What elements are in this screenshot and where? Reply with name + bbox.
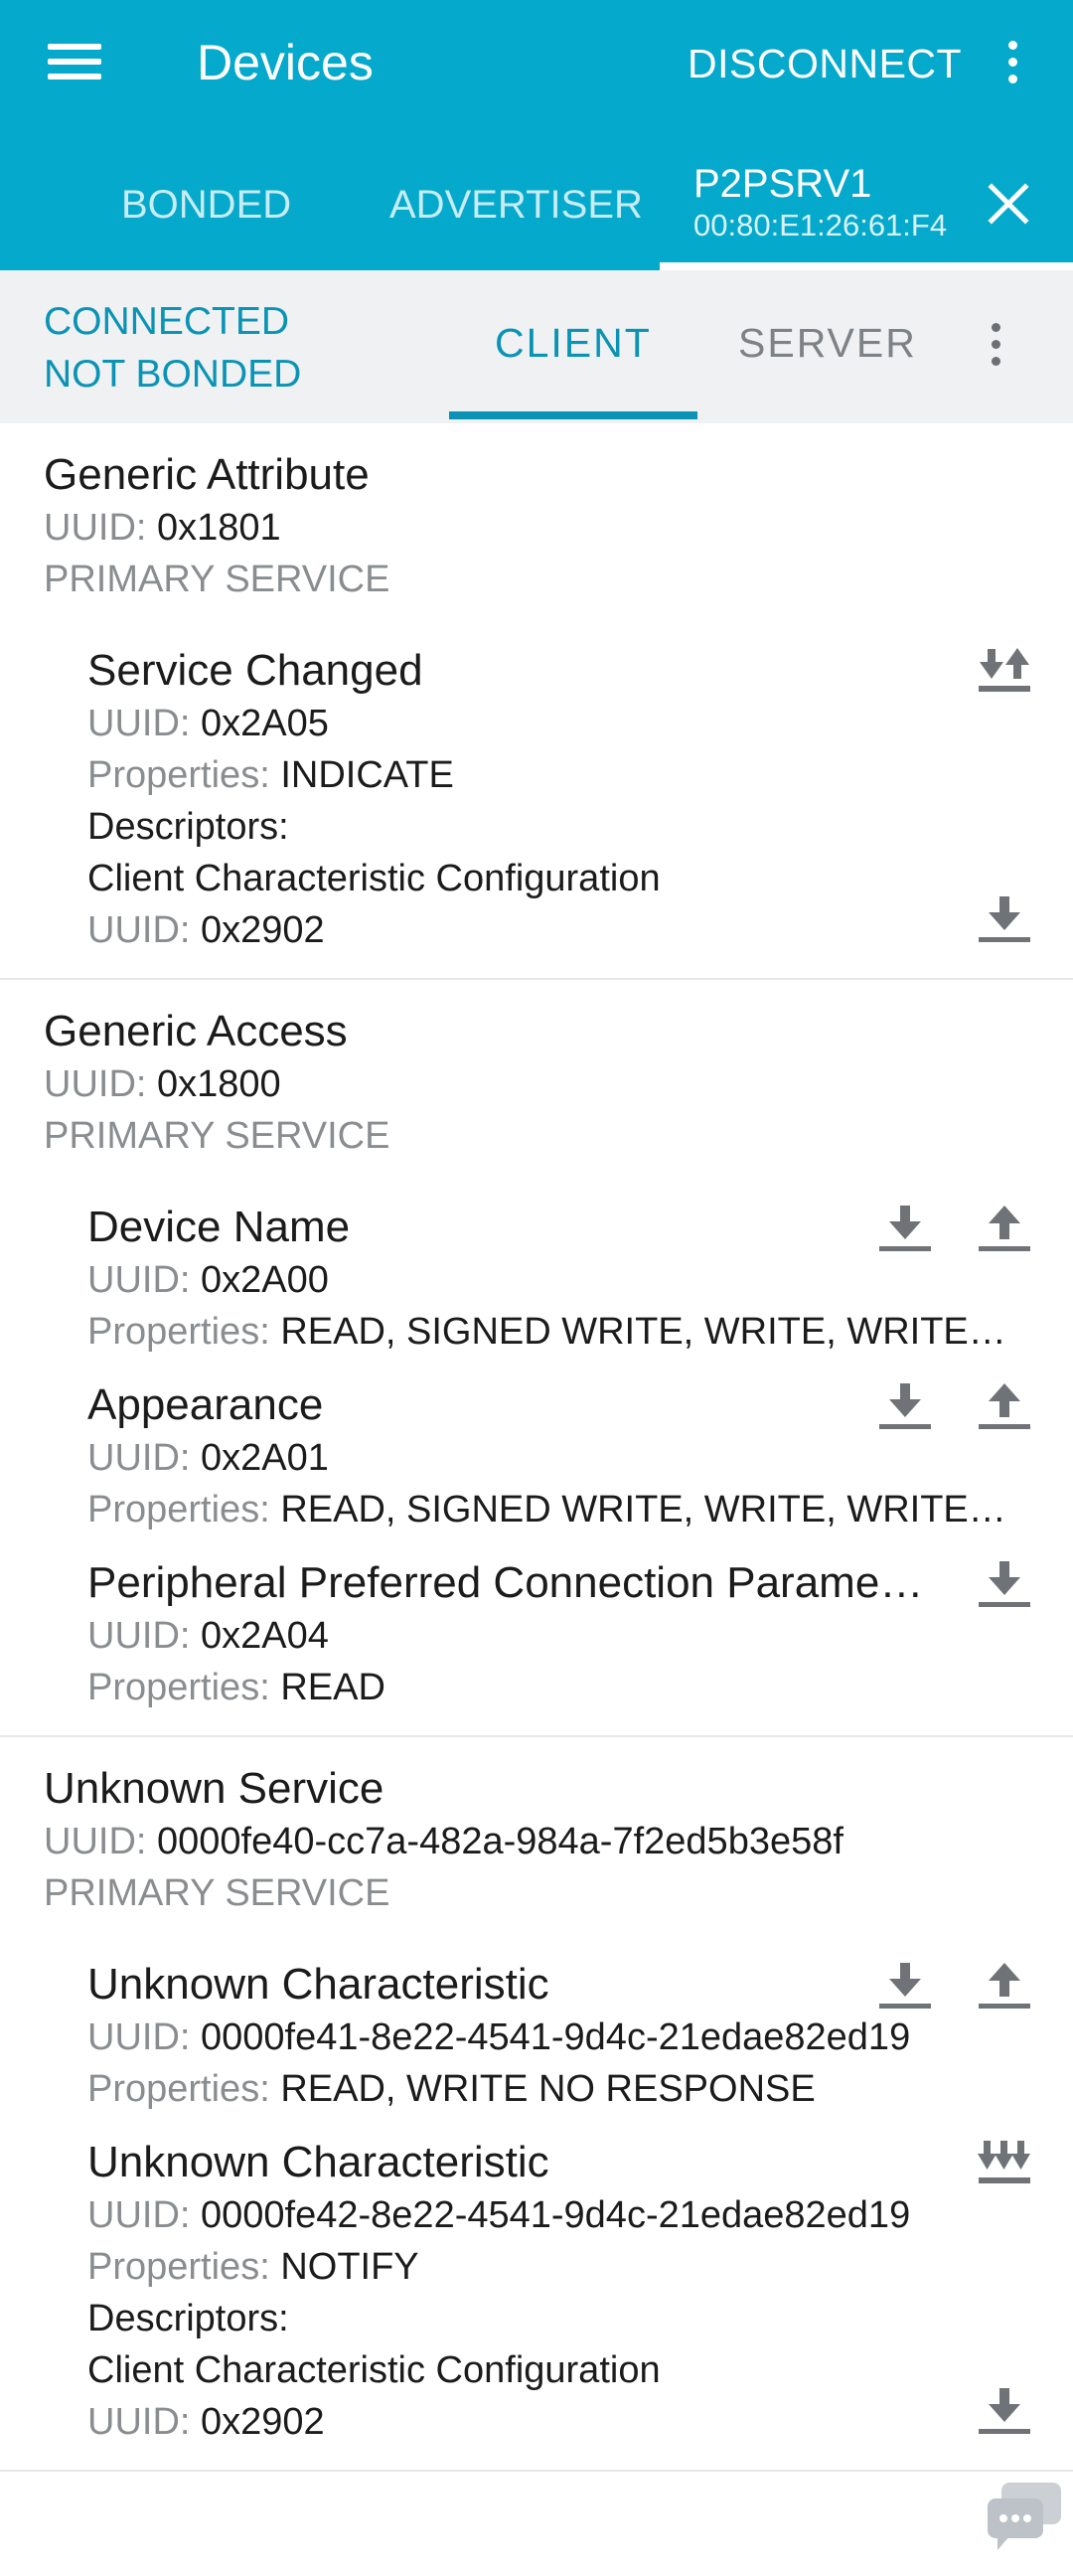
characteristic-service-changed[interactable]: Service Changed UUID: 0x2A05 Properties:… [87, 643, 1073, 956]
characteristic-actions [876, 1377, 1033, 1437]
characteristic-name: Unknown Characteristic [87, 2138, 549, 2186]
tab-bonded[interactable]: BONDED [121, 177, 291, 233]
service-generic-access[interactable]: Generic Access UUID: 0x1800 PRIMARY SERV… [0, 980, 1073, 1737]
characteristic-unknown-fe42[interactable]: Unknown Characteristic UUID: 0000fe42-8e… [87, 2135, 1073, 2448]
properties-label: Properties: [87, 2068, 270, 2110]
hamburger-menu-icon[interactable] [48, 40, 105, 83]
properties-label: Properties: [87, 1489, 270, 1530]
uuid-label: UUID: [44, 1063, 147, 1105]
service-uuid: 0000fe40-cc7a-482a-984a-7f2ed5b3e58f [157, 1821, 843, 1862]
app-bar: Devices DISCONNECT BONDED ADVERTISER P2P… [0, 0, 1073, 270]
service-type: PRIMARY SERVICE [44, 559, 390, 600]
bond-state-label: NOT BONDED [44, 353, 302, 396]
upload-icon[interactable] [976, 1957, 1033, 2016]
service-uuid: 0x1800 [157, 1063, 281, 1105]
characteristic-uuid: 0000fe42-8e22-4541-9d4c-21edae82ed19 [201, 2194, 911, 2236]
characteristic-unknown-fe41[interactable]: Unknown Characteristic UUID: 0000fe41-8e… [87, 1957, 1073, 2115]
indicate-icon[interactable] [976, 643, 1033, 703]
upload-icon[interactable] [976, 1377, 1033, 1437]
characteristic-properties: READ, SIGNED WRITE, WRITE, WRITE NO RESP… [280, 1489, 1013, 1530]
characteristic-uuid: 0x2A01 [201, 1437, 329, 1479]
device-address: 00:80:E1:26:61:F4 [693, 208, 948, 242]
close-icon[interactable] [987, 182, 1030, 226]
more-vertical-icon[interactable] [989, 320, 1002, 370]
watermark-chat-icon [984, 2477, 1067, 2560]
download-icon[interactable] [976, 890, 1033, 950]
uuid-label: UUID: [87, 1615, 191, 1657]
uuid-label: UUID: [87, 1437, 191, 1479]
characteristic-actions [976, 1555, 1033, 1615]
upload-icon[interactable] [976, 1200, 1033, 1259]
characteristic-uuid: 0x2A00 [201, 1259, 329, 1301]
uuid-label: UUID: [87, 703, 191, 744]
characteristic-properties: READ [280, 1667, 385, 1708]
characteristic-properties: READ, SIGNED WRITE, WRITE, WRITE NO RESP… [280, 1311, 1013, 1353]
properties-label: Properties: [87, 754, 270, 796]
descriptor-actions [976, 890, 1033, 950]
descriptor-uuid: 0x2902 [201, 909, 325, 951]
client-tab-indicator [449, 411, 697, 419]
characteristic-uuid: 0000fe41-8e22-4541-9d4c-21edae82ed19 [201, 2016, 911, 2058]
characteristic-properties: READ, WRITE NO RESPONSE [280, 2068, 816, 2110]
notify-icon[interactable] [976, 2135, 1033, 2194]
tab-advertiser[interactable]: ADVERTISER [389, 177, 643, 233]
download-icon[interactable] [976, 2382, 1033, 2442]
tab-server[interactable]: SERVER [738, 315, 917, 371]
uuid-label: UUID: [87, 2194, 191, 2236]
characteristic-device-name[interactable]: Device Name UUID: 0x2A00 Properties: REA… [87, 1200, 1073, 1358]
connection-bar: CONNECTED NOT BONDED CLIENT SERVER [0, 270, 1073, 423]
tab-client[interactable]: CLIENT [495, 315, 652, 371]
service-uuid: 0x1801 [157, 507, 281, 549]
uuid-label: UUID: [44, 507, 147, 549]
download-icon[interactable] [876, 1957, 934, 2016]
characteristic-peripheral-preferred-connection-parameters[interactable]: Peripheral Preferred Connection Paramete… [87, 1555, 1073, 1713]
characteristic-actions [976, 2135, 1033, 2194]
tab-indicator [660, 262, 1073, 270]
device-name: P2PSRV1 [693, 162, 872, 206]
characteristic-uuid: 0x2A04 [201, 1615, 329, 1657]
characteristic-actions [876, 1957, 1033, 2016]
download-icon[interactable] [976, 1555, 1033, 1615]
characteristic-properties: INDICATE [280, 754, 454, 796]
connected-label: CONNECTED [44, 300, 290, 343]
characteristic-actions [976, 643, 1033, 703]
descriptors-heading: Descriptors: [87, 806, 289, 848]
download-icon[interactable] [876, 1377, 934, 1437]
connection-status: CONNECTED NOT BONDED [44, 295, 301, 401]
characteristic-name: Service Changed [87, 646, 423, 695]
descriptor-uuid: 0x2902 [201, 2401, 325, 2443]
uuid-label: UUID: [44, 1821, 147, 1862]
characteristic-properties: NOTIFY [280, 2246, 419, 2288]
properties-label: Properties: [87, 2246, 270, 2288]
uuid-label: UUID: [87, 1259, 191, 1301]
service-name: Generic Attribute [44, 450, 370, 499]
properties-label: Properties: [87, 1667, 270, 1708]
service-type: PRIMARY SERVICE [44, 1872, 390, 1914]
descriptor-name: Client Characteristic Configuration [87, 2349, 661, 2391]
tab-device[interactable]: P2PSRV1 00:80:E1:26:61:F4 [693, 161, 947, 244]
characteristic-actions [876, 1200, 1033, 1259]
service-name: Generic Access [44, 1007, 348, 1055]
service-unknown[interactable]: Unknown Service UUID: 0000fe40-cc7a-482a… [0, 1737, 1073, 2472]
uuid-label: UUID: [87, 2401, 191, 2443]
characteristic-uuid: 0x2A05 [201, 703, 329, 744]
disconnect-button[interactable]: DISCONNECT [688, 34, 962, 93]
descriptors-heading: Descriptors: [87, 2298, 289, 2339]
characteristic-name: Peripheral Preferred Connection Paramete… [87, 1558, 932, 1607]
more-vertical-icon[interactable] [1005, 38, 1019, 87]
properties-label: Properties: [87, 1311, 270, 1353]
service-name: Unknown Service [44, 1764, 384, 1813]
services-list: Generic Attribute UUID: 0x1801 PRIMARY S… [0, 423, 1073, 2472]
uuid-label: UUID: [87, 909, 191, 951]
service-type: PRIMARY SERVICE [44, 1115, 390, 1157]
service-generic-attribute[interactable]: Generic Attribute UUID: 0x1801 PRIMARY S… [0, 423, 1073, 980]
app-title: Devices [197, 35, 374, 90]
descriptor-name: Client Characteristic Configuration [87, 858, 661, 899]
download-icon[interactable] [876, 1200, 934, 1259]
descriptor-actions [976, 2382, 1033, 2442]
uuid-label: UUID: [87, 2016, 191, 2058]
characteristic-appearance[interactable]: Appearance UUID: 0x2A01 Properties: READ… [87, 1377, 1073, 1535]
